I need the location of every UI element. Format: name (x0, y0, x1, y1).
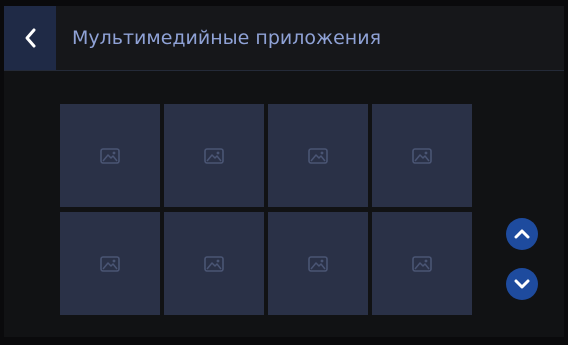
image-placeholder-icon (100, 147, 120, 164)
app-grid (60, 104, 472, 318)
app-tile[interactable] (60, 212, 160, 315)
image-placeholder-icon (204, 147, 224, 164)
image-placeholder-icon (308, 255, 328, 272)
image-placeholder-icon (412, 255, 432, 272)
device-frame: Мультимедийные приложения (0, 0, 568, 345)
app-tile[interactable] (60, 104, 160, 207)
image-placeholder-icon (204, 255, 224, 272)
app-tile[interactable] (268, 104, 368, 207)
image-placeholder-icon (308, 147, 328, 164)
app-tile[interactable] (164, 212, 264, 315)
app-tile[interactable] (372, 104, 472, 207)
screen: Мультимедийные приложения (4, 6, 564, 337)
image-placeholder-icon (412, 147, 432, 164)
app-tile[interactable] (372, 212, 472, 315)
back-button[interactable] (4, 6, 56, 70)
app-tile[interactable] (164, 104, 264, 207)
page-title: Мультимедийные приложения (72, 27, 382, 49)
scroll-up-button[interactable] (506, 218, 538, 250)
chevron-up-icon (514, 229, 530, 239)
chevron-down-icon (514, 279, 530, 289)
image-placeholder-icon (100, 255, 120, 272)
header-bar: Мультимедийные приложения (4, 6, 564, 71)
app-tile[interactable] (268, 212, 368, 315)
chevron-left-icon (25, 28, 36, 48)
scroll-down-button[interactable] (506, 268, 538, 300)
